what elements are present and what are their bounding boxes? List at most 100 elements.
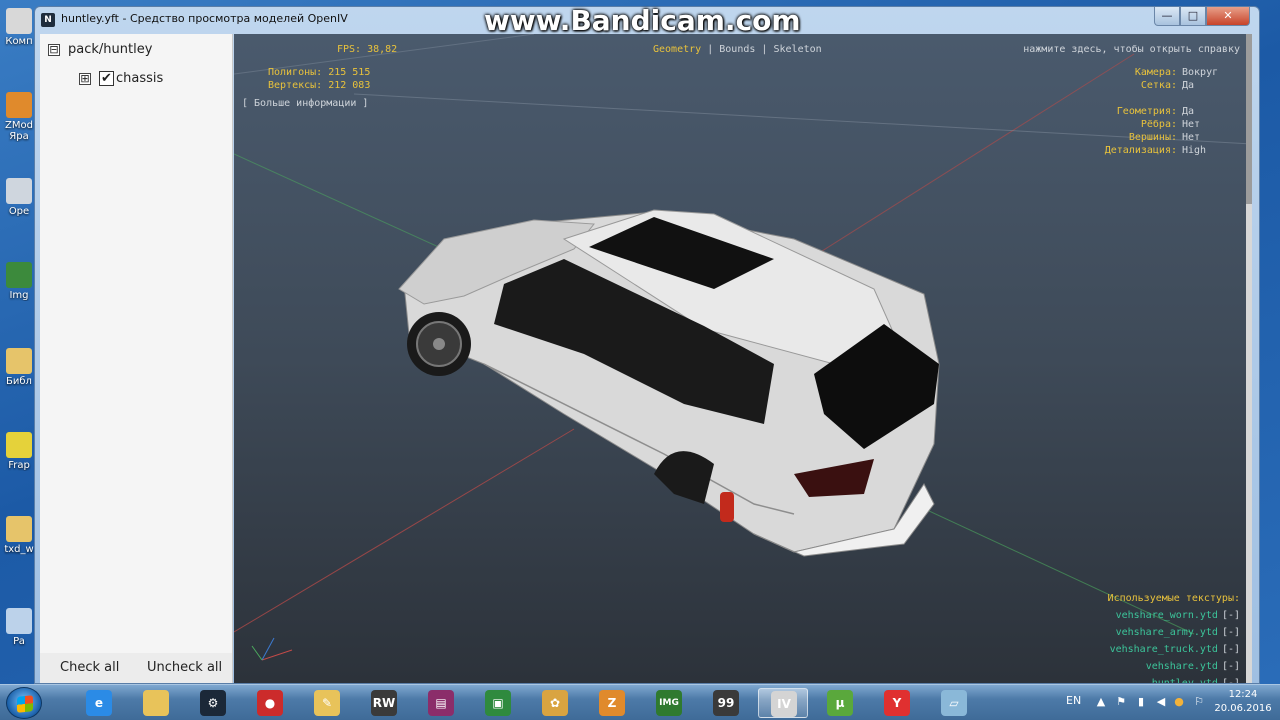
taskbar-item[interactable]: RW <box>359 688 409 718</box>
tree-item-chassis[interactable]: ⊞ ✔ chassis <box>79 71 163 86</box>
desktop-shortcut[interactable]: Pa <box>2 608 36 647</box>
clock[interactable]: 12:24 20.06.2016 <box>1212 688 1274 716</box>
texture-item: vehshare_truck.ytd [-] <box>1110 644 1240 655</box>
texture-name[interactable]: vehshare_truck.ytd <box>1110 644 1218 655</box>
img-tool-icon <box>6 262 32 288</box>
language-indicator[interactable]: EN <box>1066 694 1081 707</box>
expand-icon[interactable]: ⊞ <box>79 72 91 85</box>
taskbar-item[interactable]: Z <box>587 688 637 718</box>
taskbar-item[interactable]: ▱ <box>929 688 979 718</box>
zmodeler-icon <box>6 92 32 118</box>
3d-scene <box>234 34 1252 661</box>
taskbar-palette-icon: ✿ <box>542 690 568 716</box>
desktop-shortcut[interactable]: Библ <box>2 348 36 387</box>
taskbar-item[interactable]: µ <box>815 688 865 718</box>
desktop-shortcut-label: ZMod <box>5 120 33 131</box>
desktop-shortcut[interactable]: Frap <box>2 432 36 471</box>
paint-icon <box>6 608 32 634</box>
volume-icon[interactable]: ◀ <box>1154 695 1168 709</box>
fps-readout: FPS: 38,82 <box>337 44 398 55</box>
show-hidden-icons-icon[interactable]: ▲ <box>1094 695 1108 709</box>
texture-name[interactable]: vehshare.ytd <box>1146 661 1218 672</box>
texture-collapse-button[interactable]: [-] <box>1222 610 1240 621</box>
desktop-shortcut-label: Яра <box>9 131 29 142</box>
setting-label: Геометрия: <box>1116 106 1177 117</box>
taskbar-item[interactable]: ● <box>245 688 295 718</box>
viewport-scrollbar[interactable] <box>1246 34 1252 683</box>
desktop-shortcut[interactable]: Img <box>2 262 36 301</box>
view-mode-tabs: Geometry | Bounds | Skeleton <box>653 44 822 55</box>
setting-value: Нет <box>1182 132 1201 143</box>
setting-row[interactable]: Вершины: Нет <box>1129 132 1222 143</box>
texture-name[interactable]: huntley.ytd <box>1152 678 1218 683</box>
taskbar-rw-icon: RW <box>371 690 397 716</box>
tray-flag-icon[interactable]: ⚐ <box>1192 695 1206 709</box>
x-axis-line <box>234 428 575 633</box>
taskbar-item[interactable]: ▣ <box>473 688 523 718</box>
taskbar: e ⚙ ● ✎ RW ▤ ▣ ✿ Z IMG 99 IV µ Y ▱ EN ▲ ⚑ ▮ ◀ ● ⚐ 12:2… <box>0 684 1280 720</box>
setting-label: Вершины: <box>1128 132 1177 143</box>
tab-geometry[interactable]: Geometry <box>653 44 701 55</box>
tree-item-label: pack/huntley <box>68 42 153 57</box>
txd-workshop-icon <box>6 516 32 542</box>
vertex-count: Вертексы: 212 083 <box>268 80 371 91</box>
uncheck-all-button[interactable]: Uncheck all <box>147 660 222 675</box>
desktop-shortcut-label: Библ <box>6 376 32 387</box>
texture-collapse-button[interactable]: [-] <box>1222 627 1240 638</box>
close-button[interactable]: ✕ <box>1206 7 1250 26</box>
taskbar-item[interactable]: ✎ <box>302 688 352 718</box>
maximize-button[interactable]: □ <box>1180 7 1206 26</box>
taskbar-item[interactable] <box>131 688 181 718</box>
car-model <box>398 209 940 557</box>
texture-name[interactable]: vehshare_worn.ytd <box>1116 610 1218 621</box>
3d-viewport[interactable]: FPS: 38,82 Полигоны: 215 515 Вертексы: 2… <box>234 34 1252 683</box>
desktop-shortcut[interactable]: txd_w <box>2 516 36 555</box>
setting-row[interactable]: Сетка: Да <box>1141 80 1222 91</box>
tray-app-icon[interactable]: ● <box>1172 695 1186 709</box>
action-center-icon[interactable]: ⚑ <box>1114 695 1128 709</box>
texture-collapse-button[interactable]: [-] <box>1222 678 1240 683</box>
chassis-checkbox[interactable]: ✔ <box>99 71 114 86</box>
tab-bounds[interactable]: Bounds <box>719 44 755 55</box>
desktop-shortcut[interactable]: Комп <box>2 8 36 47</box>
taskbar-item[interactable]: IV <box>758 688 808 718</box>
taskbar-item[interactable]: ▤ <box>416 688 466 718</box>
computer-icon <box>6 8 32 34</box>
taskbar-item[interactable]: ✿ <box>530 688 580 718</box>
setting-row[interactable]: Детализация: High <box>1105 145 1222 156</box>
texture-collapse-button[interactable]: [-] <box>1222 644 1240 655</box>
tree-item-pack-huntley[interactable]: ⊟ pack/huntley <box>48 42 152 57</box>
desktop-shortcut[interactable]: ZMod Яра <box>2 92 36 142</box>
taskbar-item[interactable]: Y <box>872 688 922 718</box>
start-button[interactable] <box>6 687 42 719</box>
tab-skeleton[interactable]: Skeleton <box>773 44 821 55</box>
setting-row[interactable]: Камера: Вокруг <box>1135 67 1222 78</box>
taskbar-item[interactable]: ⚙ <box>188 688 238 718</box>
desktop-shortcut[interactable]: Ope <box>2 178 36 217</box>
texture-collapse-button[interactable]: [-] <box>1222 661 1240 672</box>
scrollbar-thumb[interactable] <box>1246 34 1252 204</box>
axis-gizmo <box>251 637 293 661</box>
network-icon[interactable]: ▮ <box>1134 695 1148 709</box>
setting-row[interactable]: Рёбра: Нет <box>1141 119 1222 130</box>
textures-title: Используемые текстуры: <box>1107 593 1240 604</box>
taskbar-item[interactable]: 99 <box>701 688 751 718</box>
desktop-shortcut-label: Frap <box>8 460 30 471</box>
library-icon <box>6 348 32 374</box>
taskbar-screen-icon: ▣ <box>485 690 511 716</box>
minimize-button[interactable]: — <box>1154 7 1180 26</box>
collapse-icon[interactable]: ⊟ <box>48 43 60 56</box>
taskbar-explorer-icon <box>143 690 169 716</box>
texture-item: vehshare.ytd [-] <box>1146 661 1240 672</box>
taskbar-item[interactable]: e <box>74 688 124 718</box>
setting-row[interactable]: Геометрия: Да <box>1117 106 1222 117</box>
setting-value: Нет <box>1182 119 1201 130</box>
check-all-button[interactable]: Check all <box>60 660 119 675</box>
setting-value: High <box>1182 145 1207 156</box>
taskbar-item[interactable]: IMG <box>644 688 694 718</box>
help-link[interactable]: нажмите здесь, чтобы открыть справку <box>1023 44 1240 55</box>
desktop-shortcut-label: Pa <box>13 636 25 647</box>
more-info-link[interactable]: [ Больше информации ] <box>242 98 368 109</box>
grid-line <box>353 93 1252 145</box>
texture-name[interactable]: vehshare_army.ytd <box>1116 627 1218 638</box>
